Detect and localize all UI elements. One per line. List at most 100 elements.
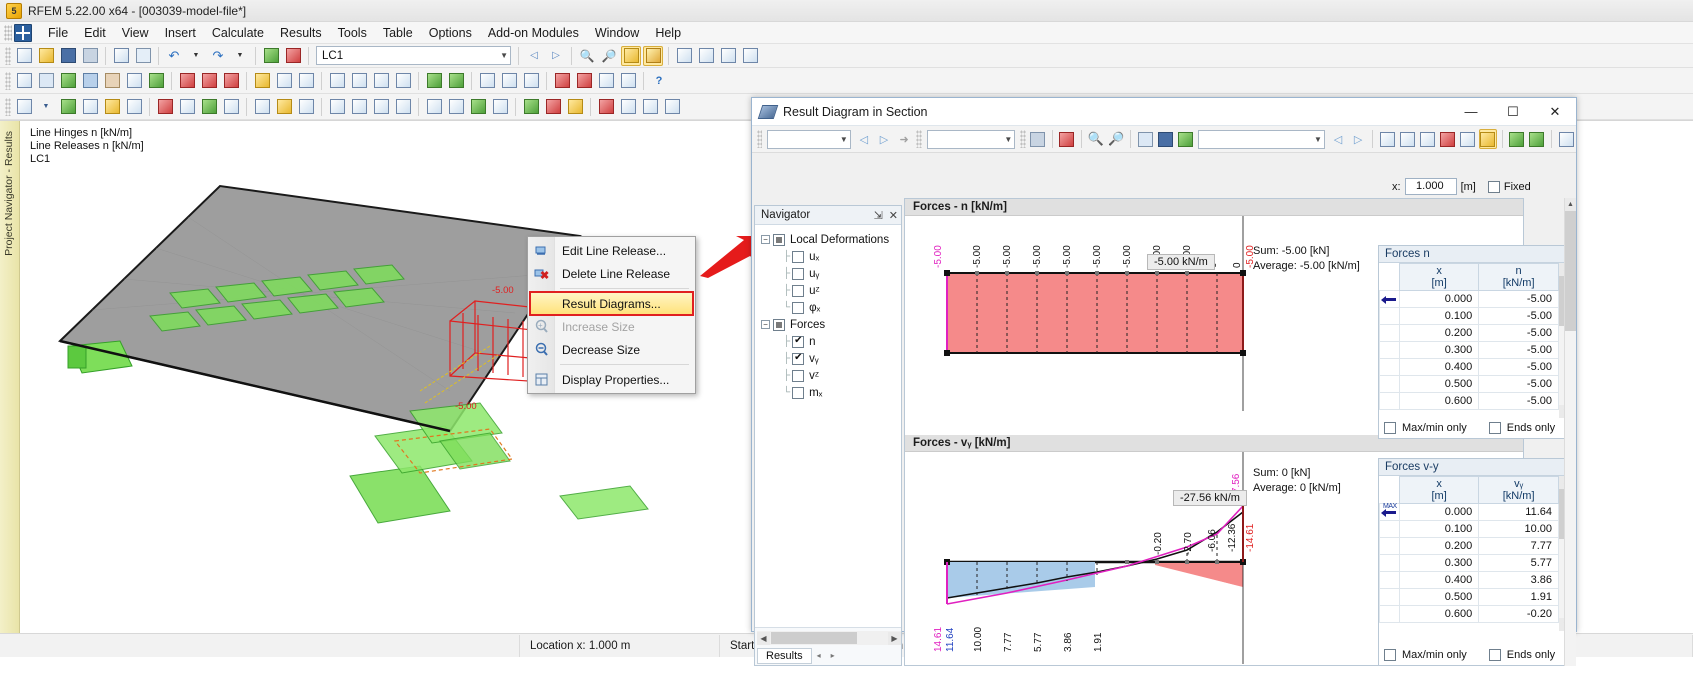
ortho-icon[interactable] [371,71,391,91]
generate-mesh-icon[interactable] [446,71,466,91]
dialog-grid-icon[interactable] [1418,129,1436,149]
dialog-excel-icon[interactable] [1176,129,1194,149]
menu-file[interactable]: File [40,24,76,42]
new-node-icon[interactable] [14,71,34,91]
tree-group-local-deformations[interactable]: − Local Deformations [761,231,901,248]
table-row[interactable]: 0.500 -5.00 [1379,375,1559,393]
menu-edit[interactable]: Edit [76,24,114,42]
dialog-printout-report-icon[interactable] [1058,129,1076,149]
context-menu-item-edit-line-release[interactable]: Edit Line Release... [528,239,695,262]
menu-calculate[interactable]: Calculate [204,24,272,42]
tree-checkbox[interactable] [792,352,805,365]
group-checkbox[interactable] [773,233,785,246]
group-checkbox[interactable] [773,318,785,331]
new-opening-icon[interactable] [124,71,144,91]
navigator-tab-bar[interactable]: Results ◂ ▸ [757,647,840,664]
dialog-scale-icon[interactable] [1438,129,1456,149]
table-row[interactable]: MAX 0.000 11.64 [1379,503,1559,521]
maxmin-checkbox[interactable] [1384,649,1396,661]
new-line-icon[interactable] [36,71,56,91]
tree-checkbox[interactable] [792,369,805,382]
result-diagram-dialog[interactable]: Result Diagram in Section — ☐ ✕ ▼ ◁ ▷ ➜ … [751,97,1577,666]
menu-tools[interactable]: Tools [330,24,375,42]
tree-item-vz[interactable]: ├ vᶻ [761,367,901,384]
context-menu-item-increase-size[interactable]: + Increase Size [528,315,695,338]
result-diagram-icon[interactable] [574,71,594,91]
new-solid-icon[interactable] [102,71,122,91]
navigator-panel[interactable]: Navigator ⇲ ✕ − Local Deformations ├ uₓ [754,205,902,666]
nodal-load-icon[interactable] [199,71,219,91]
view-xy-icon[interactable] [349,97,369,117]
new-support-icon[interactable] [146,71,166,91]
line-release-context-menu[interactable]: Edit Line Release... ✖ Delete Line Relea… [527,236,696,394]
new-member-icon[interactable] [58,71,78,91]
table-row[interactable]: 0.300 -5.00 [1379,341,1559,359]
tree-checkbox[interactable] [792,250,805,263]
toolbar-grip-1[interactable] [5,46,11,65]
menubar-grip[interactable] [4,24,12,41]
table-row[interactable]: 0.400 -5.00 [1379,358,1559,376]
close-icon[interactable]: ✕ [889,209,898,222]
view-yz-icon[interactable] [393,97,413,117]
dialog-toolbar-grip-2[interactable] [916,130,922,148]
tree-checkbox[interactable] [792,267,805,280]
tree-checkbox[interactable] [792,284,805,297]
table-row[interactable]: 0.400 3.86 [1379,571,1559,589]
dialog-print-icon[interactable] [1029,129,1047,149]
prev-loadcase-icon[interactable]: ◁ [524,46,544,66]
dialog-zoom-in-icon[interactable]: 🔍 [1087,129,1105,149]
next-section-icon[interactable]: ▷ [875,129,893,149]
scroll-thumb[interactable] [771,632,857,644]
new-file-icon[interactable] [14,46,34,66]
view-rotate-icon[interactable] [674,46,694,66]
table-row[interactable]: 0.100 -5.00 [1379,307,1559,325]
dialog-toolbar-grip-1[interactable] [757,130,763,148]
zoom-window-icon[interactable]: 🔎 [599,46,619,66]
forces-vy-table[interactable]: x [m] vᵧ [kN/m] MAX 0.000 11.64 0.100 10… [1379,476,1559,623]
forces-vy-ends-only[interactable]: Ends only [1488,649,1555,661]
materials-icon[interactable] [252,71,272,91]
tool-split-icon[interactable] [177,97,197,117]
tool-mirror-icon[interactable] [124,97,144,117]
table-row[interactable]: 0.500 1.91 [1379,588,1559,606]
menu-window[interactable]: Window [587,24,647,42]
tool-copy-icon[interactable] [80,97,100,117]
menu-table[interactable]: Table [375,24,421,42]
expand-icon[interactable]: − [761,235,770,244]
view-cursor-icon[interactable] [740,46,760,66]
render-quality-icon[interactable] [662,97,682,117]
hinges-display-icon[interactable] [543,97,563,117]
tab-next-icon[interactable]: ▸ [826,651,840,660]
undo-icon[interactable]: ↶ [164,46,184,66]
tree-item-mx[interactable]: └ mₓ [761,384,901,401]
scroll-left-icon[interactable]: ◀ [757,631,770,645]
tool-connect-icon[interactable] [199,97,219,117]
toolbar-grip-3[interactable] [5,97,11,116]
scroll-right-icon[interactable]: ▶ [888,631,901,645]
open-file-icon[interactable] [36,46,56,66]
navigator-tree[interactable]: − Local Deformations ├ uₓ ├ uᵧ ├ uᶻ └ φₓ… [755,225,901,401]
tree-item-uz[interactable]: ├ uᶻ [761,282,901,299]
new-surface-icon[interactable] [80,71,100,91]
ends-checkbox[interactable] [1488,649,1501,661]
show-deformation-icon[interactable] [643,45,663,66]
tree-group-forces[interactable]: − Forces [761,316,901,333]
line-load-icon[interactable] [221,71,241,91]
tool-select-objects-icon[interactable] [14,97,34,117]
mesh-settings-icon[interactable] [424,71,444,91]
legend-icon[interactable] [640,97,660,117]
navigator-tab-results[interactable]: Results [757,647,812,664]
dialog-maximize-button[interactable]: ☐ [1492,98,1534,126]
tool-move-icon[interactable] [58,97,78,117]
dialog-section-combo[interactable]: ▼ [767,129,851,149]
colors-display-icon[interactable] [596,97,616,117]
print-icon[interactable] [80,46,100,66]
coordinate-system-icon[interactable] [393,71,413,91]
dialog-prev-icon[interactable]: ◁ [1329,129,1347,149]
table-row[interactable]: 0.100 10.00 [1379,520,1559,538]
releases-display-icon[interactable] [565,97,585,117]
dialog-table-icon[interactable] [1557,129,1575,149]
project-navigator-tab[interactable]: Project Navigator - Results [0,121,20,634]
dialog-close-button[interactable]: ✕ [1534,98,1576,126]
menu-options[interactable]: Options [421,24,480,42]
